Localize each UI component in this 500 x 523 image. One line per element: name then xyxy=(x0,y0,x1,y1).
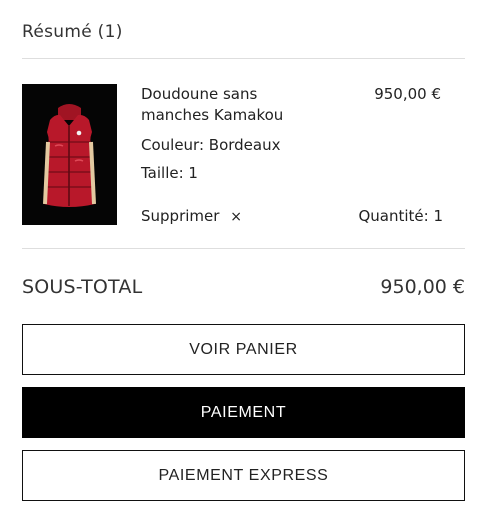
express-checkout-button[interactable]: PAIEMENT EXPRESS xyxy=(22,450,465,501)
subtotal-label: SOUS-TOTAL xyxy=(22,276,143,298)
product-image[interactable] xyxy=(22,84,117,225)
product-name[interactable]: Doudoune sans manches Kamakou xyxy=(141,84,316,126)
product-color: Couleur: Bordeaux xyxy=(141,136,281,154)
remove-item-button[interactable]: Supprimer × xyxy=(141,206,242,228)
product-price: 950,00 € xyxy=(374,85,441,103)
close-icon: × xyxy=(230,209,242,225)
summary-title: Résumé (1) xyxy=(22,22,123,42)
top-divider xyxy=(22,58,465,59)
remove-item-label: Supprimer xyxy=(141,207,220,225)
bottom-divider xyxy=(22,248,465,249)
product-size: Taille: 1 xyxy=(141,164,198,182)
red-puffer-vest-image xyxy=(22,84,117,225)
view-cart-button[interactable]: VOIR PANIER xyxy=(22,324,465,375)
subtotal-value: 950,00 € xyxy=(380,276,465,298)
item-quantity: Quantité: 1 xyxy=(358,207,443,225)
checkout-button[interactable]: PAIEMENT xyxy=(22,387,465,438)
